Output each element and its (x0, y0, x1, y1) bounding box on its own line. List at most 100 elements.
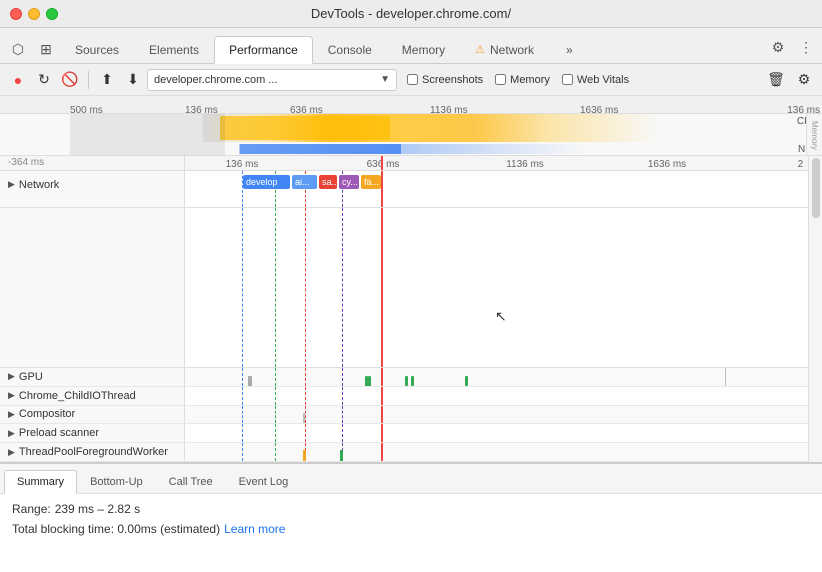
tab-console[interactable]: Console (313, 35, 387, 63)
preload-content[interactable] (185, 424, 808, 442)
window-controls[interactable] (10, 8, 58, 20)
cio-vline-2 (275, 387, 276, 405)
child-io-label[interactable]: ▶ Chrome_ChildIOThread (0, 387, 185, 405)
range-row: Range: 239 ms – 2.82 s (12, 502, 810, 516)
network-track-content[interactable]: develop ai... sa... cy... fa... (185, 171, 808, 207)
pre-vline-2 (275, 424, 276, 442)
nav-back-button[interactable]: ⬡ (4, 35, 32, 63)
gpu-dot-3 (405, 376, 408, 386)
child-io-arrow-icon: ▶ (8, 390, 15, 401)
net-item-sa[interactable]: sa... (319, 175, 337, 189)
compositor-label[interactable]: ▶ Compositor (0, 406, 185, 424)
bottom-tab-bar: Summary Bottom-Up Call Tree Event Log (0, 464, 822, 494)
delete-button[interactable]: 🗑 (764, 68, 788, 92)
tab-performance[interactable]: Performance (214, 36, 313, 64)
gpu-vline-4 (342, 368, 343, 386)
ruler-mark-1136ms: 1136 ms (506, 159, 544, 170)
gpu-dot-5 (465, 376, 468, 386)
cio-vline-3 (305, 387, 306, 405)
close-button[interactable] (10, 8, 22, 20)
network-expanded-left (0, 208, 185, 367)
gpu-vline-2 (275, 368, 276, 386)
threadpool-content[interactable] (185, 443, 808, 461)
memory-checkbox[interactable]: Memory (495, 74, 550, 86)
tab-memory[interactable]: Memory (387, 35, 460, 63)
child-io-label-text: Chrome_ChildIOThread (19, 390, 136, 402)
url-dropdown-icon[interactable]: ▼ (380, 74, 390, 85)
gpu-vline-1 (242, 368, 243, 386)
blocking-time-row: Total blocking time: 0.00ms (estimated) … (12, 522, 810, 536)
vline-exp-1 (242, 208, 243, 367)
minimize-button[interactable] (28, 8, 40, 20)
vline-exp-4 (342, 208, 343, 367)
cio-vline-4 (342, 387, 343, 405)
gpu-track-content[interactable] (185, 368, 808, 386)
net-item-develop[interactable]: develop (243, 175, 290, 189)
bottom-tab-call-tree[interactable]: Call Tree (156, 469, 226, 493)
web-vitals-checkbox[interactable]: Web Vitals (562, 74, 629, 86)
preload-label-text: Preload scanner (19, 427, 99, 439)
bottom-tab-summary[interactable]: Summary (4, 470, 77, 494)
tab-more-button[interactable]: » (551, 35, 588, 63)
tp-yellow-dot (303, 450, 306, 461)
tab-sources[interactable]: Sources (60, 35, 134, 63)
cio-cursor (381, 387, 383, 405)
threadpool-label[interactable]: ▶ ThreadPoolForegroundWorker (0, 443, 185, 461)
performance-toolbar: ● ↻ 🚫 ⬆ ⬇ developer.chrome.com ... ▼ Scr… (0, 64, 822, 96)
gpu-track-label[interactable]: ▶ GPU (0, 368, 185, 386)
url-bar[interactable]: developer.chrome.com ... ▼ (147, 69, 397, 91)
child-io-thread-track: ▶ Chrome_ChildIOThread (0, 387, 808, 406)
gpu-bar (248, 376, 252, 386)
screenshots-checkbox[interactable]: Screenshots (407, 74, 483, 86)
network-track-label[interactable]: ▶ Network (0, 171, 185, 207)
comp-vline-4 (342, 406, 343, 424)
preload-label[interactable]: ▶ Preload scanner (0, 424, 185, 442)
clear-button[interactable]: 🚫 (58, 68, 82, 92)
threadpool-label-text: ThreadPoolForegroundWorker (19, 446, 168, 458)
titlebar: DevTools - developer.chrome.com/ (0, 0, 822, 28)
download-button[interactable]: ⬇ (121, 68, 145, 92)
toolbar-settings-icon[interactable]: ⚙ (792, 68, 816, 92)
record-button[interactable]: ● (6, 68, 30, 92)
pre-vline-4 (342, 424, 343, 442)
net-item-ai[interactable]: ai... (292, 175, 317, 189)
cio-vline-1 (242, 387, 243, 405)
timeline-ruler: -364 ms 136 ms 636 ms 1136 ms 1636 ms 2 (0, 156, 808, 171)
overview-content[interactable]: CPU NET Memory (0, 114, 822, 156)
net-item-fa[interactable]: fa... (361, 175, 381, 189)
bottom-tab-event-log[interactable]: Event Log (226, 469, 302, 493)
compositor-content[interactable] (185, 406, 808, 424)
ruler-mark-636ms: 636 ms (367, 159, 400, 170)
tp-vline-2 (275, 443, 276, 461)
url-text: developer.chrome.com ... (154, 74, 376, 86)
threadpool-track: ▶ ThreadPoolForegroundWorker (0, 443, 808, 462)
overview-panel: 500 ms 136 ms 636 ms 1136 ms 1636 ms 136… (0, 96, 822, 156)
net-item-cy[interactable]: cy... (339, 175, 359, 189)
nav-layout-button[interactable]: ⊞ (32, 35, 60, 63)
learn-more-link[interactable]: Learn more (224, 522, 285, 536)
net-bar (70, 144, 806, 154)
tab-network[interactable]: ⚠ Network (460, 35, 549, 63)
network-cursor (381, 171, 383, 207)
comp-cursor (381, 406, 383, 424)
gpu-vline-3 (305, 368, 306, 386)
settings-icon[interactable]: ⚙ (766, 35, 790, 59)
reload-button[interactable]: ↻ (32, 68, 56, 92)
bottom-tab-bottom-up[interactable]: Bottom-Up (77, 469, 156, 493)
comp-tick (303, 413, 305, 424)
more-options-icon[interactable]: ⋮ (794, 35, 818, 59)
tp-cursor (381, 443, 383, 461)
gpu-track: ▶ GPU (0, 368, 808, 387)
vertical-scrollbar[interactable] (808, 156, 822, 462)
gpu-dot-4 (411, 376, 414, 386)
maximize-button[interactable] (46, 8, 58, 20)
tab-elements[interactable]: Elements (134, 35, 214, 63)
pre-vline-1 (242, 424, 243, 442)
timeline-main: -364 ms 136 ms 636 ms 1136 ms 1636 ms 2 … (0, 156, 822, 462)
ruler-left-label: -364 ms (0, 156, 185, 170)
gpu-arrow-icon: ▶ (8, 371, 15, 382)
child-io-content[interactable] (185, 387, 808, 405)
scrollbar-thumb[interactable] (812, 158, 820, 218)
upload-button[interactable]: ⬆ (95, 68, 119, 92)
network-track-container: ▶ Network develop ai... sa... cy... (0, 171, 808, 208)
